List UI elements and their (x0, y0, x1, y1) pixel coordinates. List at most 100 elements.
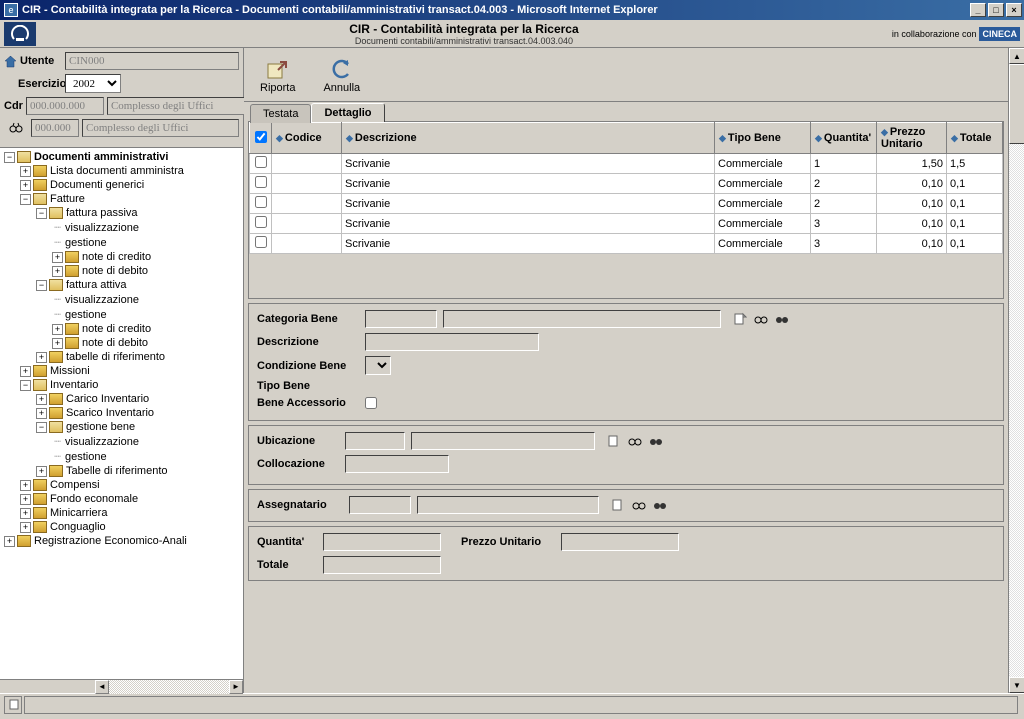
categoria-bene-code-field[interactable] (365, 310, 437, 328)
tree-label[interactable]: fattura passiva (66, 207, 138, 219)
tree-label[interactable]: Registrazione Economico-Anali (34, 535, 187, 547)
tree-node[interactable]: + tabelle di riferimento (0, 350, 243, 364)
tree-node[interactable]: − fattura attiva (0, 278, 243, 292)
scroll-left-button[interactable]: ◄ (95, 680, 109, 694)
tree-label[interactable]: Documenti amministrativi (34, 151, 168, 163)
tree-label[interactable]: note di debito (82, 337, 148, 349)
tree-node[interactable]: − Fatture (0, 192, 243, 206)
tree-node[interactable]: + Missioni (0, 364, 243, 378)
scroll-up-button[interactable]: ▲ (1009, 48, 1024, 64)
tab-testata[interactable]: Testata (250, 104, 311, 123)
scroll-thumb[interactable] (1009, 64, 1024, 144)
expand-icon[interactable]: + (52, 252, 63, 263)
new-icon[interactable] (605, 432, 623, 450)
expand-icon[interactable]: + (36, 352, 47, 363)
tree-label[interactable]: Documenti generici (50, 179, 144, 191)
tree-node[interactable]: + note di debito (0, 336, 243, 350)
tree-node[interactable]: +note di debito (0, 264, 243, 278)
collapse-icon[interactable]: − (36, 280, 47, 291)
tree-label[interactable]: note di debito (82, 265, 148, 277)
tree-node[interactable]: +Fondo economale (0, 492, 243, 506)
tree-label[interactable]: gestione (65, 309, 107, 321)
tree-label[interactable]: Lista documenti amministra (50, 165, 184, 177)
tree-label[interactable]: Minicarriera (50, 507, 107, 519)
expand-icon[interactable]: + (20, 508, 31, 519)
col-quantita[interactable]: ◆Quantita' (811, 123, 877, 154)
tree-node[interactable]: ┈gestione (0, 449, 243, 464)
expand-icon[interactable]: + (52, 338, 63, 349)
expand-icon[interactable]: + (4, 536, 15, 547)
tree-node[interactable]: ┈gestione (0, 235, 243, 250)
tree-label[interactable]: Scarico Inventario (66, 407, 154, 419)
tree-label[interactable]: visualizzazione (65, 294, 139, 306)
row-checkbox[interactable] (255, 176, 267, 188)
tree-node[interactable]: − Inventario (0, 378, 243, 392)
scroll-right-button[interactable]: ► (229, 680, 243, 694)
col-codice[interactable]: ◆Codice (272, 123, 342, 154)
tree-label[interactable]: tabelle di riferimento (66, 351, 165, 363)
tree-node[interactable]: +Lista documenti amministra (0, 164, 243, 178)
close-button[interactable]: × (1006, 3, 1022, 17)
col-select-all[interactable] (250, 123, 272, 154)
tree-node[interactable]: + Scarico Inventario (0, 406, 243, 420)
tree-node[interactable]: +Compensi (0, 478, 243, 492)
tree-node[interactable]: + Registrazione Economico-Anali (0, 534, 243, 548)
search-icon[interactable] (752, 310, 770, 328)
table-row[interactable]: ScrivanieCommerciale20,100,1 (250, 194, 1003, 214)
tree-node[interactable]: + Documenti generici (0, 178, 243, 192)
collapse-icon[interactable]: − (36, 208, 47, 219)
categoria-bene-desc-field[interactable] (443, 310, 721, 328)
expand-icon[interactable]: + (36, 466, 47, 477)
collapse-icon[interactable]: − (20, 380, 31, 391)
tree-label[interactable]: gestione (65, 237, 107, 249)
table-row[interactable]: ScrivanieCommerciale20,100,1 (250, 174, 1003, 194)
tree-label[interactable]: Missioni (50, 365, 90, 377)
tree-label[interactable]: Inventario (50, 379, 98, 391)
maximize-button[interactable]: □ (988, 3, 1004, 17)
tree-node[interactable]: −gestione bene (0, 420, 243, 434)
minimize-button[interactable]: _ (970, 3, 986, 17)
col-descrizione[interactable]: ◆Descrizione (342, 123, 715, 154)
collocazione-field[interactable] (345, 455, 449, 473)
table-row[interactable]: ScrivanieCommerciale11,501,5 (250, 154, 1003, 174)
tree-label[interactable]: note di credito (82, 251, 151, 263)
expand-icon[interactable]: + (20, 366, 31, 377)
expand-icon[interactable]: + (52, 324, 63, 335)
expand-icon[interactable]: + (36, 408, 47, 419)
tree-node[interactable]: + note di credito (0, 250, 243, 264)
tree-node[interactable]: +Conguaglio (0, 520, 243, 534)
totale-field[interactable] (323, 556, 441, 574)
binoculars-icon[interactable] (4, 121, 28, 135)
tree-label[interactable]: Fondo economale (50, 493, 138, 505)
collapse-icon[interactable]: − (20, 194, 31, 205)
descrizione-field[interactable] (365, 333, 539, 351)
row-checkbox[interactable] (255, 216, 267, 228)
collapse-icon[interactable]: − (4, 152, 15, 163)
tree-label[interactable]: Fatture (50, 193, 85, 205)
tree-node[interactable]: ┈gestione (0, 307, 243, 322)
tree-label[interactable]: fattura attiva (66, 279, 127, 291)
expand-icon[interactable]: + (20, 522, 31, 533)
search-icon[interactable] (626, 432, 644, 450)
ubicazione-desc-field[interactable] (411, 432, 595, 450)
row-checkbox[interactable] (255, 236, 267, 248)
tree-label[interactable]: Tabelle di riferimento (66, 465, 168, 477)
col-totale[interactable]: ◆Totale (947, 123, 1003, 154)
riporta-button[interactable]: Riporta (254, 54, 301, 96)
tree-node[interactable]: ┈visualizzazione (0, 434, 243, 449)
condizione-bene-select[interactable] (365, 356, 391, 375)
row-checkbox[interactable] (255, 196, 267, 208)
tree-label[interactable]: Carico Inventario (66, 393, 149, 405)
expand-icon[interactable]: + (20, 180, 31, 191)
assegnatario-desc-field[interactable] (417, 496, 599, 514)
tree-node[interactable]: − Documenti amministrativi (0, 150, 243, 164)
tree-label[interactable]: visualizzazione (65, 436, 139, 448)
assegnatario-code-field[interactable] (349, 496, 411, 514)
nav-tree[interactable]: −Documenti amministrativi+Lista document… (0, 147, 243, 679)
prezzo-unitario-field[interactable] (561, 533, 679, 551)
expand-icon[interactable]: + (20, 480, 31, 491)
search-icon[interactable] (630, 496, 648, 514)
annulla-button[interactable]: Annulla (317, 54, 366, 96)
tree-node[interactable]: − fattura passiva (0, 206, 243, 220)
table-row[interactable]: ScrivanieCommerciale30,100,1 (250, 214, 1003, 234)
